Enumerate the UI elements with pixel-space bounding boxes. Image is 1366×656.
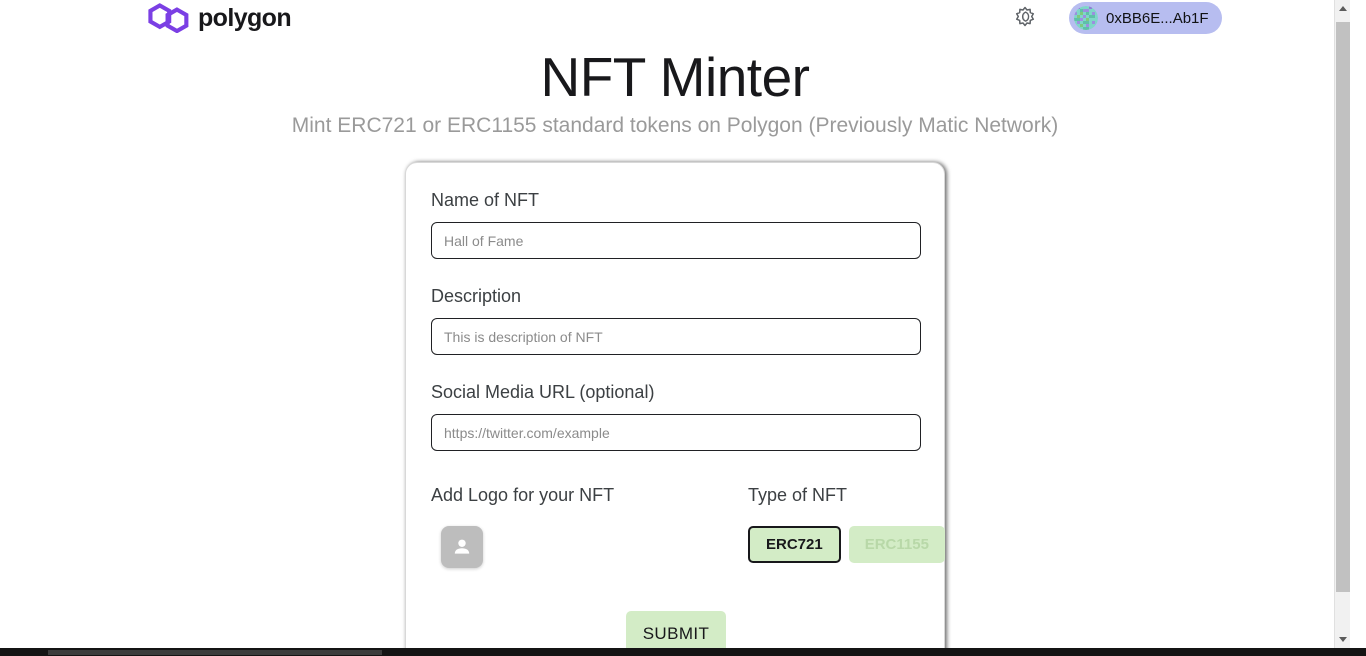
brightness-moon-icon[interactable] (1010, 3, 1040, 33)
field-description: Description (431, 284, 921, 355)
mint-form-card: Name of NFT Description Social Media URL… (405, 162, 945, 648)
token-type-label: Type of NFT (748, 485, 848, 505)
vertical-scrollbar-thumb[interactable] (1336, 22, 1350, 592)
field-label: Description (431, 286, 522, 306)
brand-logo[interactable]: polygon (147, 2, 292, 34)
logo-upload-label: Add Logo for your NFT (431, 485, 615, 505)
nft-name-input[interactable] (431, 222, 921, 259)
blockie-avatar-icon (1074, 6, 1098, 30)
logo-upload-section: Add Logo for your NFT (431, 483, 731, 568)
vertical-scrollbar[interactable] (1334, 0, 1350, 648)
token-type-section: Type of NFT ERC721 ERC1155 (748, 483, 945, 563)
brand-name: polygon (198, 4, 292, 32)
logo-upload-button[interactable] (441, 526, 483, 568)
token-type-erc721-button[interactable]: ERC721 (748, 526, 841, 563)
field-label: Name of NFT (431, 190, 540, 210)
wallet-address-badge[interactable]: 0xBB6E...Ab1F (1069, 2, 1222, 34)
page-subtitle: Mint ERC721 or ERC1155 standard tokens o… (291, 114, 1059, 137)
page-viewport: polygon 0xBB6E...Ab1F NFT Minter Mint ER… (0, 0, 1350, 648)
chevron-up-icon[interactable] (1335, 0, 1350, 17)
person-placeholder-icon (450, 535, 474, 559)
horizontal-scrollbar[interactable] (0, 648, 1366, 656)
top-bar: polygon 0xBB6E...Ab1F (0, 0, 1350, 36)
nft-description-input[interactable] (431, 318, 921, 355)
token-type-button-group: ERC721 ERC1155 (748, 526, 945, 563)
chevron-down-icon[interactable] (1335, 631, 1350, 648)
token-type-erc1155-button[interactable]: ERC1155 (848, 526, 945, 563)
logo-and-type-row: Add Logo for your NFT Type of NFT ERC721… (431, 483, 945, 583)
polygon-logo-icon (147, 3, 191, 33)
horizontal-scrollbar-thumb[interactable] (48, 650, 382, 655)
nft-social-url-input[interactable] (431, 414, 921, 451)
field-name-of-nft: Name of NFT (431, 188, 921, 259)
page-title: NFT Minter (540, 46, 810, 108)
field-social-media-url: Social Media URL (optional) (431, 380, 921, 451)
field-label: Social Media URL (optional) (431, 382, 655, 402)
wallet-address-text: 0xBB6E...Ab1F (1106, 9, 1209, 27)
submit-button[interactable]: SUBMIT (626, 611, 726, 648)
